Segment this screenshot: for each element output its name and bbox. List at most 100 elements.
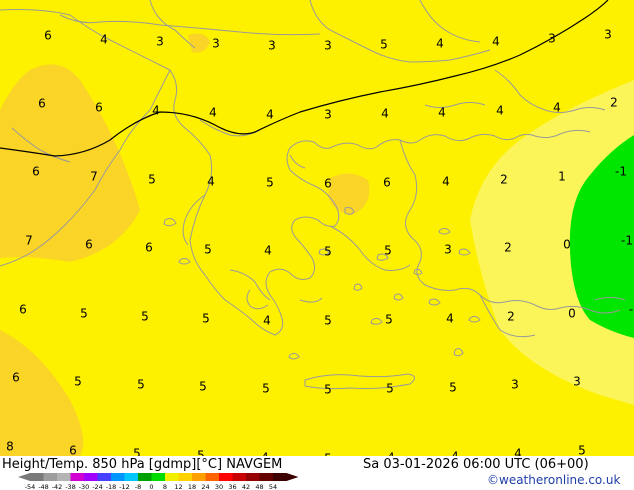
- map-datetime: Sa 03-01-2026 06:00 UTC (06+00): [363, 457, 589, 472]
- temperature-label: 4: [100, 33, 108, 47]
- temperature-label: 5: [262, 382, 270, 396]
- scale-swatch: [165, 473, 179, 481]
- temperature-label: 5: [266, 176, 274, 190]
- scale-label: -38: [65, 483, 76, 490]
- temperature-label: 5: [324, 314, 332, 328]
- temperature-label: 6: [44, 29, 52, 43]
- temperature-label: 2: [500, 173, 508, 187]
- temperature-label: 6: [19, 303, 27, 317]
- scale-label: 30: [215, 483, 223, 490]
- temperature-label: 3: [324, 39, 332, 53]
- temperature-label: 5: [137, 378, 145, 392]
- scale-label: -42: [52, 483, 63, 490]
- temperature-label: 4: [442, 175, 450, 189]
- temperature-label: 3: [212, 37, 220, 51]
- scale-label: 54: [269, 483, 277, 490]
- scale-label: -24: [92, 483, 103, 490]
- temperature-label: 2: [504, 241, 512, 255]
- temperature-label: 7: [25, 234, 33, 248]
- scale-arrow-right: [286, 473, 299, 481]
- temperature-label: 5: [133, 447, 141, 457]
- scale-label: -12: [119, 483, 130, 490]
- temperature-label: 4: [496, 104, 504, 118]
- temperature-label: 3: [511, 378, 519, 392]
- scale-label: -18: [106, 483, 117, 490]
- temperature-label: 4: [553, 101, 561, 115]
- temperature-label: 8: [6, 440, 14, 454]
- credit-link[interactable]: ©weatheronline.co.uk: [487, 473, 620, 487]
- temperature-label: 3: [604, 28, 612, 42]
- temperature-label: 0: [563, 238, 571, 252]
- temperature-label: 5: [202, 312, 210, 326]
- temperature-label: 6: [85, 238, 93, 252]
- scale-swatch: [178, 473, 193, 481]
- scale-swatch: [151, 473, 166, 481]
- temperature-label: 6: [38, 97, 46, 111]
- temperature-label: 5: [141, 310, 149, 324]
- temperature-label: 5: [384, 244, 392, 258]
- temperature-label: -1: [615, 165, 627, 179]
- scale-swatch: [57, 473, 71, 481]
- scale-label: 42: [242, 483, 250, 490]
- scale-arrow-left: [18, 473, 30, 481]
- temperature-label: 6: [12, 371, 20, 385]
- temperature-label: 3: [268, 39, 276, 53]
- temperature-label: 6: [383, 176, 391, 190]
- temperature-label: 4: [152, 104, 160, 118]
- scale-swatch: [111, 473, 125, 481]
- temperature-label: 4: [381, 107, 389, 121]
- map-title: Height/Temp. 850 hPa [gdmp][°C] NAVGEM: [2, 457, 283, 472]
- temperature-label: 3: [444, 243, 452, 257]
- temperature-label: 3: [324, 108, 332, 122]
- temperature-label: 5: [324, 245, 332, 259]
- temperature-label: 4: [514, 447, 522, 457]
- temperature-label: 6: [95, 101, 103, 115]
- scale-label: 36: [228, 483, 236, 490]
- scale-swatch: [205, 473, 220, 481]
- temperature-label: 4: [209, 106, 217, 120]
- scale-swatch: [70, 473, 85, 481]
- temperature-label: 5: [578, 444, 586, 457]
- temperature-label: 6: [32, 165, 40, 179]
- scale-swatch: [138, 473, 152, 481]
- temperature-label: 2: [507, 310, 515, 324]
- temperature-label: 5: [204, 243, 212, 257]
- temperature-label: 5: [148, 173, 156, 187]
- temperature-label: 3: [156, 35, 164, 49]
- temperature-label: 1: [558, 170, 566, 184]
- temperature-label: 5: [80, 307, 88, 321]
- temperature-label: 0: [568, 307, 576, 321]
- scale-label: -48: [38, 483, 49, 490]
- scale-label: 0: [149, 483, 153, 490]
- temperature-label: -1: [621, 234, 633, 248]
- scale-label: 12: [174, 483, 182, 490]
- temperature-label: 4: [207, 175, 215, 189]
- scale-swatch: [43, 473, 58, 481]
- temperature-label: 5: [197, 449, 205, 457]
- temperature-label: 5: [385, 313, 393, 327]
- color-scale-legend: -54 -48 -42 -38 -30 -24 -18 -12 -8 0 8 12 18 24 30 36 42…: [18, 473, 299, 490]
- temperature-label: 4: [492, 35, 500, 49]
- temperature-label: 5: [74, 375, 82, 389]
- temperature-label: 4: [438, 106, 446, 120]
- temperature-label: 6: [69, 444, 77, 457]
- scale-label: 8: [163, 483, 167, 490]
- temperature-label: 4: [446, 312, 454, 326]
- scale-swatch: [259, 473, 274, 481]
- temperature-label: 2: [610, 96, 618, 110]
- footer-bar: Height/Temp. 850 hPa [gdmp][°C] NAVGEM S…: [0, 456, 634, 490]
- scale-label: -54: [25, 483, 36, 490]
- scale-label: 48: [255, 483, 263, 490]
- scale-swatch: [192, 473, 206, 481]
- scale-label: -8: [135, 483, 141, 490]
- temperature-label: 3: [548, 32, 556, 46]
- scale-swatch: [246, 473, 260, 481]
- temperature-label: 4: [264, 244, 272, 258]
- temperature-label: 5: [199, 380, 207, 394]
- scale-swatch: [219, 473, 233, 481]
- temperature-label: 6: [324, 177, 332, 191]
- scale-label: 18: [188, 483, 196, 490]
- temperature-label: 5: [449, 381, 457, 395]
- scale-swatch: [84, 473, 98, 481]
- temperature-label: 5: [380, 38, 388, 52]
